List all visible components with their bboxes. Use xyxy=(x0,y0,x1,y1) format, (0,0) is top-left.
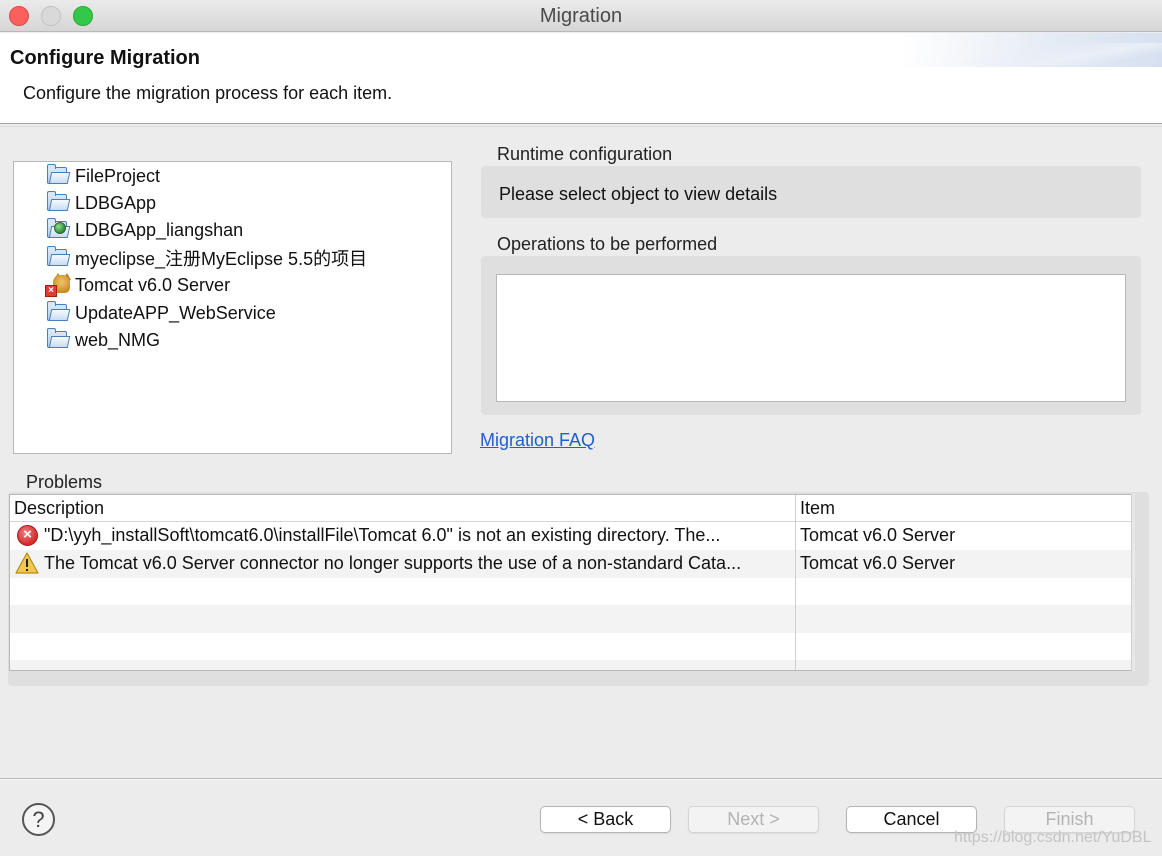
footer-divider-highlight xyxy=(0,779,1162,780)
folder-icon xyxy=(45,191,71,215)
tree-item-label: FileProject xyxy=(75,165,161,186)
tree-item-label: LDBGApp xyxy=(75,192,157,213)
back-button[interactable]: < Back xyxy=(540,806,671,833)
operations-list[interactable] xyxy=(496,274,1126,402)
page-subtitle: Configure the migration process for each… xyxy=(23,83,393,103)
problem-item: Tomcat v6.0 Server xyxy=(800,525,956,545)
folder-icon xyxy=(45,246,71,270)
column-divider xyxy=(795,495,796,670)
folder-icon xyxy=(45,328,71,352)
problem-description: The Tomcat v6.0 Server connector no long… xyxy=(44,553,742,573)
window-title: Migration xyxy=(539,5,623,27)
header-divider xyxy=(0,126,1162,127)
migration-items-tree[interactable]: FileProject LDBGApp LDBGApp_liangshan my… xyxy=(13,161,452,454)
watermark-text: https://blog.csdn.net/YuDBL xyxy=(954,829,1152,846)
warning-icon xyxy=(15,552,39,574)
tree-item-updateapp-webservice[interactable]: UpdateAPP_WebService xyxy=(45,300,276,326)
migration-faq-link[interactable]: Migration FAQ xyxy=(480,430,595,451)
table-row-empty xyxy=(10,660,1132,670)
folder-icon xyxy=(45,301,71,325)
wizard-header: Configure Migration Configure the migrat… xyxy=(0,33,1162,124)
problem-description: "D:\yyh_installSoft\tomcat6.0\installFil… xyxy=(44,525,721,545)
help-button[interactable]: ? xyxy=(22,803,55,836)
runtime-details-message: Please select object to view details xyxy=(499,184,778,204)
folder-icon xyxy=(45,164,71,188)
page-title: Configure Migration xyxy=(10,47,200,69)
runtime-configuration-panel: Please select object to view details xyxy=(481,166,1141,218)
table-row-empty xyxy=(10,578,1132,606)
tree-item-label: myeclipse_注册MyEclipse 5.5的项目 xyxy=(75,249,368,269)
header-banner-highlight xyxy=(962,43,1162,65)
operations-panel xyxy=(481,256,1141,415)
error-icon: × xyxy=(17,525,38,546)
problems-label: Problems xyxy=(26,472,103,492)
tree-item-web-nmg[interactable]: web_NMG xyxy=(45,327,160,353)
tree-item-label: LDBGApp_liangshan xyxy=(75,219,244,240)
tree-item-ldbgapp[interactable]: LDBGApp xyxy=(45,190,156,216)
tree-item-label: web_NMG xyxy=(75,329,161,350)
problems-table-scrollbar[interactable] xyxy=(1131,494,1135,671)
runtime-configuration-label: Runtime configuration xyxy=(497,144,673,164)
column-header-description[interactable]: Description xyxy=(14,498,104,519)
column-header-item[interactable]: Item xyxy=(800,498,835,519)
operations-label: Operations to be performed xyxy=(497,234,718,254)
table-header: Description Item xyxy=(10,495,1132,522)
tree-item-label: UpdateAPP_WebService xyxy=(75,302,276,323)
table-row[interactable]: × "D:\yyh_installSoft\tomcat6.0\installF… xyxy=(10,522,1132,550)
tree-item-tomcat-server[interactable]: × Tomcat v6.0 Server xyxy=(45,272,230,298)
tree-item-myeclipse[interactable]: myeclipse_注册MyEclipse 5.5的项目 xyxy=(45,245,367,271)
web-project-folder-icon xyxy=(45,218,71,242)
tree-item-fileproject[interactable]: FileProject xyxy=(45,163,160,189)
tree-item-label: Tomcat v6.0 Server xyxy=(75,274,231,295)
title-bar: Migration xyxy=(0,0,1162,32)
next-button[interactable]: Next > xyxy=(688,806,819,833)
problems-table[interactable]: Description Item × "D:\yyh_installSoft\t… xyxy=(9,494,1133,671)
tree-item-ldbgapp-liangshan[interactable]: LDBGApp_liangshan xyxy=(45,217,243,243)
problem-item: Tomcat v6.0 Server xyxy=(800,553,956,573)
table-row-empty xyxy=(10,633,1132,661)
table-row[interactable]: The Tomcat v6.0 Server connector no long… xyxy=(10,550,1132,578)
tomcat-server-error-icon: × xyxy=(45,273,71,297)
table-row-empty xyxy=(10,605,1132,633)
